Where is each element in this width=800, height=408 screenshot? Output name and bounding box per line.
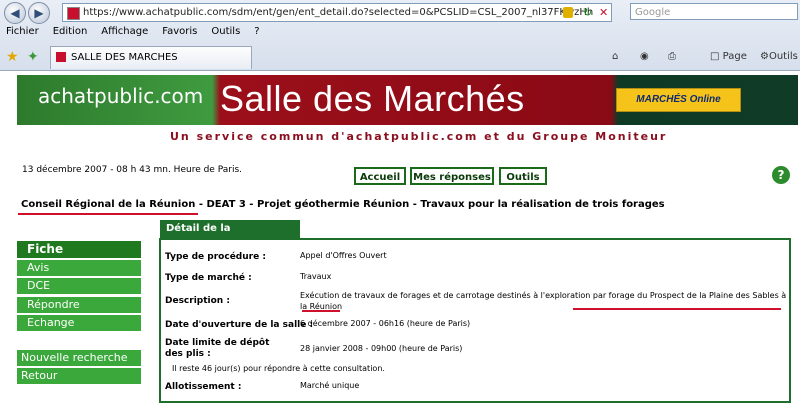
nav-fiche-consultation[interactable]: Fiche consultation [17, 241, 141, 273]
page-menu[interactable]: □ Page [710, 51, 747, 62]
address-bar[interactable]: https://www.achatpublic.com/sdm/ent/gen/… [62, 3, 612, 22]
mes-reponses-button[interactable]: Mes réponses [410, 167, 494, 185]
search-input[interactable]: Google [630, 3, 798, 20]
stop-icon[interactable]: ✕ [599, 4, 608, 21]
breadcrumb-separator: - [245, 199, 257, 210]
menu-favorites[interactable]: Favoris [162, 26, 197, 42]
menu-bar: Fichier Edition Affichage Favoris Outils… [0, 26, 260, 42]
site-favicon-icon [67, 7, 80, 20]
tab-title: SALLE DES MARCHES [71, 52, 178, 63]
gear-icon: ⚙ [760, 51, 769, 62]
value-date-limite: 28 janvier 2008 - 09h00 (heure de Paris) [300, 344, 463, 353]
panel-heading: Détail de la Consultation [160, 220, 300, 252]
breadcrumb-separator: - [195, 199, 207, 210]
accueil-button[interactable]: Accueil [354, 167, 406, 185]
outils-button[interactable]: Outils [499, 167, 547, 185]
nav-retour[interactable]: Retour [17, 368, 141, 384]
nav-dce[interactable]: DCE [17, 278, 141, 294]
breadcrumb: Conseil Régional de la Réunion - DEAT 3 … [21, 199, 665, 210]
favorites-star-icon[interactable]: ★ [6, 49, 19, 65]
banner-title: Salle des Marchés [220, 78, 525, 119]
forward-icon[interactable]: ▶ [28, 2, 50, 24]
current-date: 13 décembre 2007 - 08 h 43 mn. Heure de … [22, 165, 242, 175]
value-type-marche: Travaux [300, 272, 332, 281]
back-icon[interactable]: ◀ [4, 2, 26, 24]
marches-online-badge[interactable]: MARCHÉS Online [616, 88, 741, 112]
breadcrumb-dept[interactable]: DEAT 3 [206, 199, 245, 210]
menu-file[interactable]: Fichier [6, 26, 39, 42]
value-date-ouverture: 6 décembre 2007 - 06h16 (heure de Paris) [300, 319, 471, 328]
highlight-underline [302, 310, 340, 312]
nav-repondre[interactable]: Répondre [17, 297, 141, 313]
refresh-icon[interactable]: ↻ [583, 4, 592, 21]
tab-favicon-icon [56, 52, 66, 62]
lock-icon[interactable] [563, 7, 573, 18]
nav-echange[interactable]: Echange [17, 315, 141, 331]
tools-label: Outils [768, 51, 798, 62]
menu-view[interactable]: Affichage [101, 26, 148, 42]
label-type-procedure: Type de procédure : [165, 252, 266, 262]
label-allotissement: Allotissement : [165, 382, 242, 392]
browser-tab[interactable]: SALLE DES MARCHES [50, 46, 252, 69]
menu-edit[interactable]: Edition [53, 26, 88, 42]
page-icon: □ [710, 51, 720, 62]
site-logo[interactable]: achatpublic.com [38, 84, 203, 108]
nav-nouvelle-recherche[interactable]: Nouvelle recherche [17, 350, 141, 366]
help-icon[interactable]: ? [772, 166, 790, 184]
print-icon[interactable]: ⎙ [668, 51, 676, 62]
label-date-ouverture: Date d'ouverture de la salle : [165, 320, 314, 330]
breadcrumb-org[interactable]: Conseil Régional de la Réunion [21, 199, 195, 210]
remaining-days-text: Il reste 46 jour(s) pour répondre à cett… [172, 364, 385, 373]
label-type-marche: Type de marché : [165, 273, 252, 283]
menu-tools[interactable]: Outils [211, 26, 240, 42]
value-type-procedure: Appel d'Offres Ouvert [300, 251, 387, 260]
url-text: https://www.achatpublic.com/sdm/ent/gen/… [83, 7, 594, 18]
highlight-underline [573, 308, 781, 310]
nav-avis[interactable]: Avis [17, 260, 141, 276]
feeds-icon[interactable]: ◉ [640, 51, 649, 62]
tools-menu[interactable]: ⚙Outils [760, 51, 798, 62]
home-icon[interactable]: ⌂ [612, 51, 618, 62]
menu-help[interactable]: ? [254, 26, 259, 42]
page-label: Page [722, 51, 747, 62]
label-description: Description : [165, 296, 230, 306]
banner-subtitle: Un service commun d'achatpublic.com et d… [170, 130, 668, 143]
label-date-limite: Date limite de dépôt des plis : [165, 338, 270, 359]
add-favorite-icon[interactable]: ✦ [27, 49, 39, 65]
highlight-underline [18, 213, 198, 215]
breadcrumb-project: Projet géothermie Réunion - Travaux pour… [256, 199, 665, 210]
value-allotissement: Marché unique [300, 381, 360, 390]
